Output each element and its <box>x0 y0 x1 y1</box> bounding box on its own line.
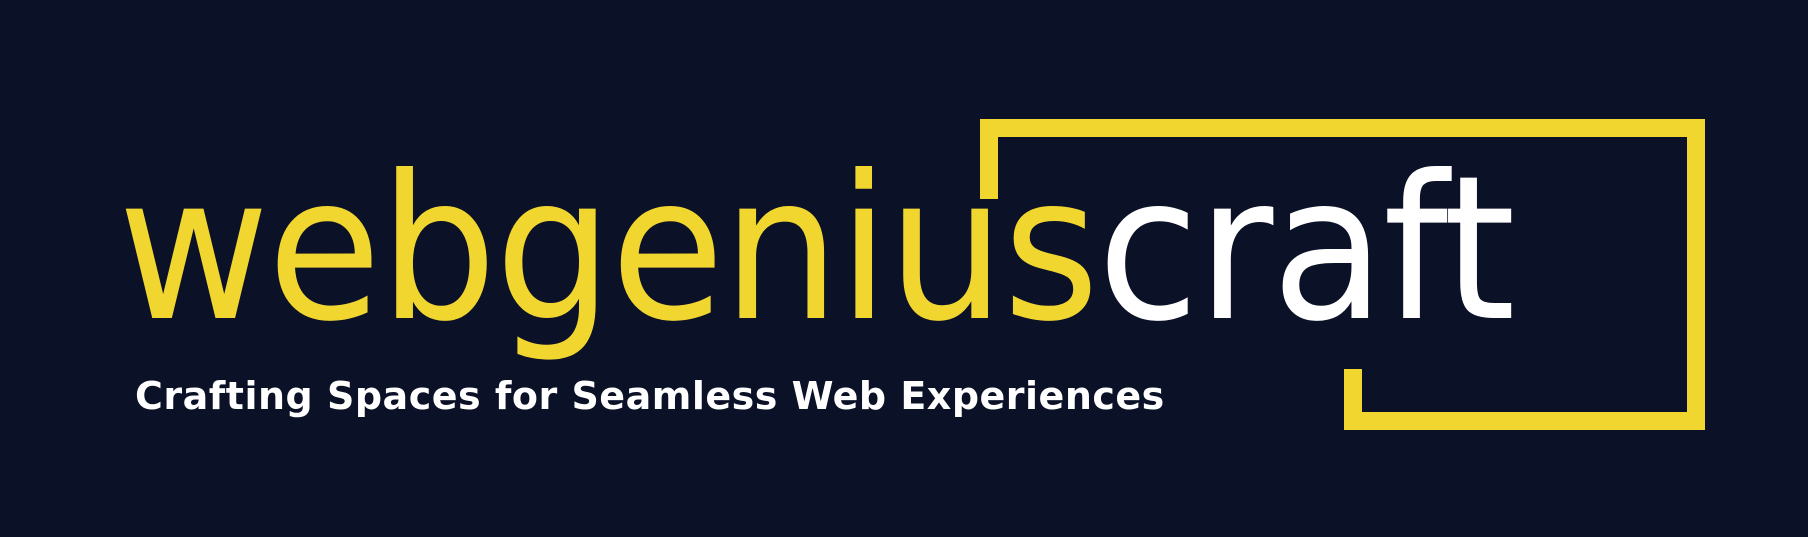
wordmark-craft: craft <box>1097 133 1515 366</box>
wordmark-webgenius: webgenius <box>118 133 1099 366</box>
logo-wordmark: webgeniuscraft <box>118 150 1516 350</box>
tagline: Crafting Spaces for Seamless Web Experie… <box>135 374 1165 418</box>
logo-banner: webgeniuscraft Crafting Spaces for Seaml… <box>0 0 1808 537</box>
